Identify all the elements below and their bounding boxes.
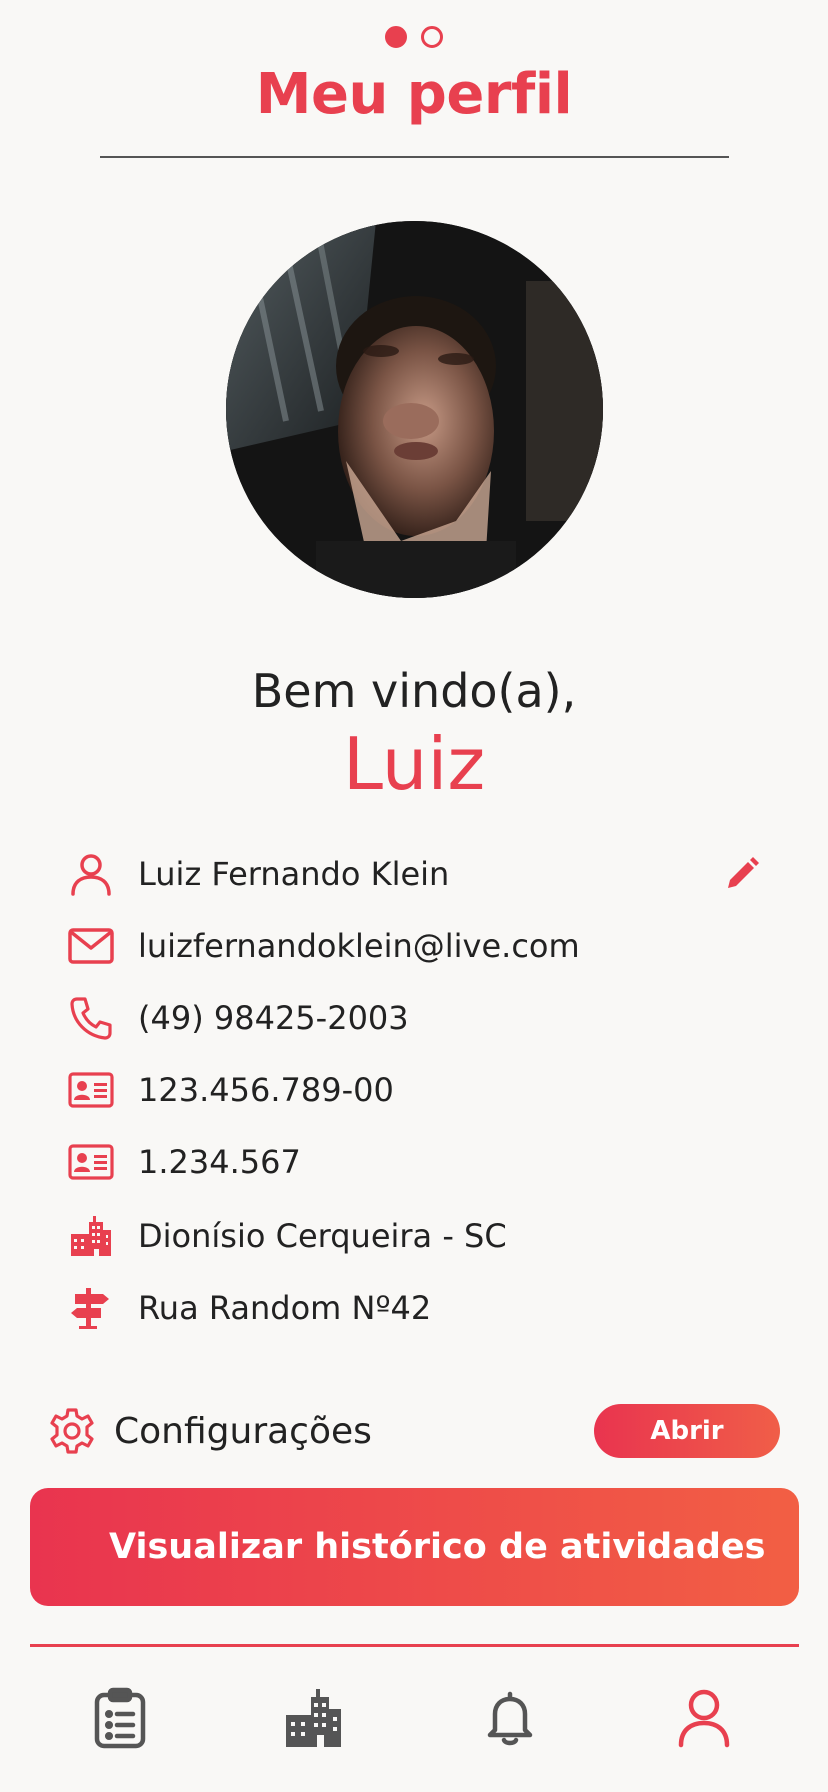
rg-number: 1.234.567: [138, 1143, 301, 1181]
edit-pencil-icon[interactable]: [720, 852, 764, 896]
cpf-number: 123.456.789-00: [138, 1071, 394, 1109]
info-row-name: Luiz Fernando Klein: [66, 846, 766, 902]
open-settings-button[interactable]: Abrir: [594, 1404, 780, 1458]
envelope-icon: [66, 921, 116, 971]
info-row-email: luizfernandoklein@live.com: [66, 918, 766, 974]
id-card-icon: [66, 1137, 116, 1187]
signpost-icon: [66, 1283, 116, 1333]
user-first-name: Luiz: [342, 722, 486, 806]
bell-icon[interactable]: [472, 1680, 548, 1756]
page-indicator: [0, 26, 828, 48]
info-row-address: Rua Random Nº42: [66, 1280, 766, 1336]
view-activity-history-button[interactable]: Visualizar histórico de atividades: [30, 1488, 799, 1606]
info-row-cpf: 123.456.789-00: [66, 1062, 766, 1118]
full-name: Luiz Fernando Klein: [138, 855, 450, 893]
street-address: Rua Random Nº42: [138, 1289, 432, 1327]
welcome-text: Bem vindo(a),: [251, 664, 577, 718]
city-icon[interactable]: [276, 1680, 352, 1756]
clipboard-list-icon[interactable]: [82, 1680, 158, 1756]
info-row-phone: (49) 98425-2003: [66, 990, 766, 1046]
id-card-icon: [66, 1065, 116, 1115]
title-divider: [100, 156, 729, 158]
avatar: [226, 221, 603, 598]
bottom-nav: [0, 1680, 828, 1756]
email: luizfernandoklein@live.com: [138, 927, 580, 965]
info-row-city: Dionísio Cerqueira - SC: [66, 1208, 766, 1264]
page-title: Meu perfil: [255, 62, 573, 127]
bottom-nav-divider: [30, 1644, 799, 1647]
settings-label: Configurações: [114, 1410, 372, 1452]
page-dot-active[interactable]: [385, 26, 407, 48]
user-icon: [66, 849, 116, 899]
info-row-rg: 1.234.567: [66, 1134, 766, 1190]
gear-icon: [48, 1407, 96, 1455]
city-icon: [66, 1211, 116, 1261]
phone-number: (49) 98425-2003: [138, 999, 409, 1037]
phone-icon: [66, 993, 116, 1043]
user-icon[interactable]: [666, 1680, 742, 1756]
city: Dionísio Cerqueira - SC: [138, 1217, 507, 1255]
page-dot-inactive[interactable]: [421, 26, 443, 48]
